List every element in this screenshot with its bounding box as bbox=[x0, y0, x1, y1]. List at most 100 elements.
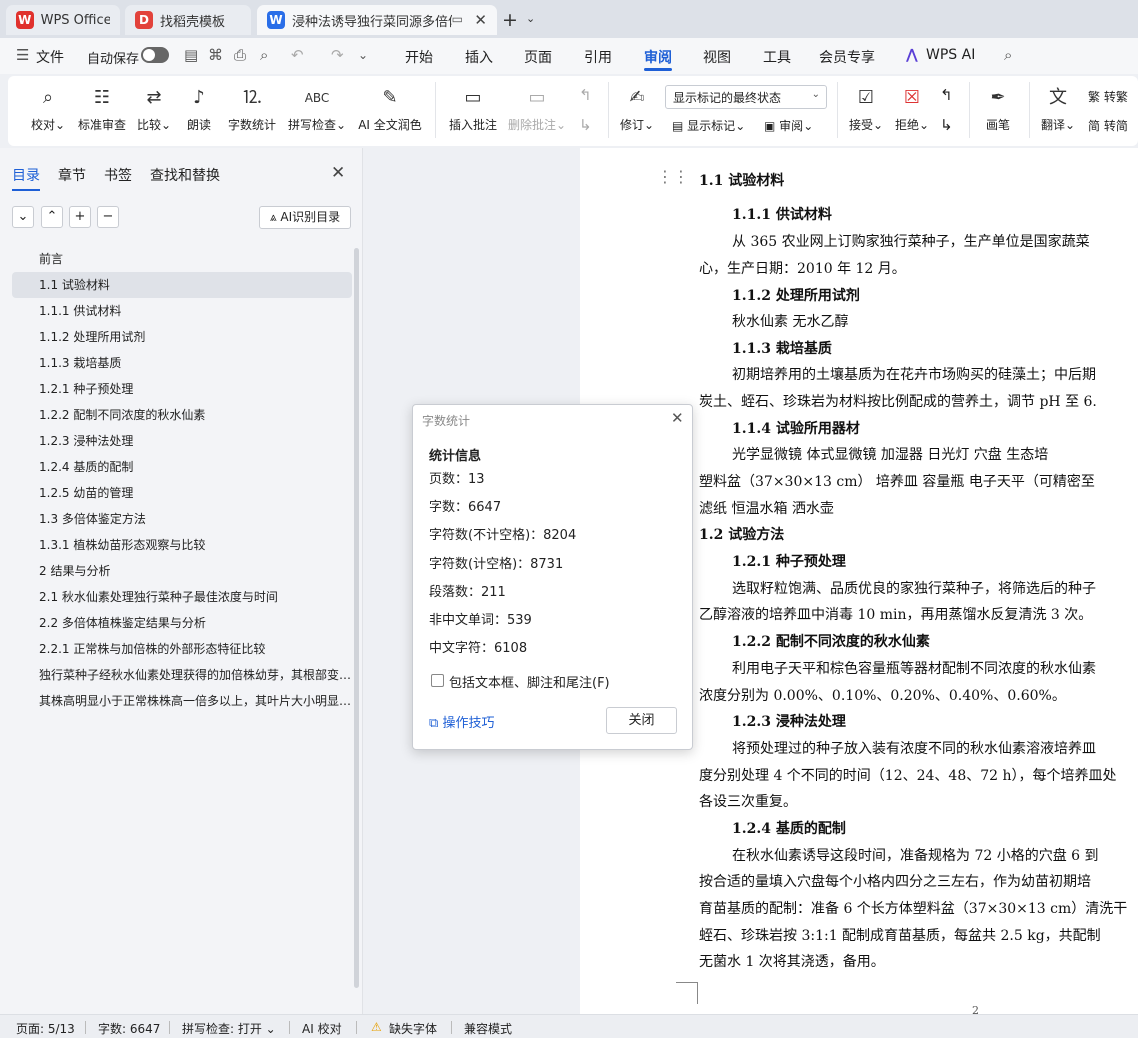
ai-polish-button[interactable]: ✎ AI 全文润色 bbox=[356, 84, 424, 133]
previous-change-icon[interactable]: ↰ bbox=[940, 86, 953, 104]
status-page[interactable]: 页面: 5/13 bbox=[16, 1020, 75, 1037]
toc-item[interactable]: 1.3.1 植株幼苗形态观察与比较 bbox=[12, 532, 352, 558]
menu-view[interactable]: 视图 bbox=[703, 47, 731, 67]
ai-icon: ⩓ bbox=[269, 210, 277, 224]
tab-find-replace[interactable]: 查找和替换 bbox=[150, 165, 220, 185]
delete-comment-button[interactable]: ▭ 删除批注⌄ bbox=[506, 84, 568, 133]
tab-document[interactable]: W 浸种法诱导独行菜同源多倍体 ▭ ✕ bbox=[257, 5, 497, 35]
track-changes-button[interactable]: ✍ 修订⌄ bbox=[618, 84, 656, 133]
toc-item[interactable]: 前言 bbox=[12, 246, 352, 272]
to-simplified-button[interactable]: 简 转简 bbox=[1088, 117, 1128, 134]
close-tab-icon[interactable]: ✕ bbox=[474, 11, 487, 29]
tips-label: 操作技巧 bbox=[442, 716, 495, 731]
review-pane-button[interactable]: ▣ 审阅⌄ bbox=[764, 117, 813, 134]
hamburger-icon[interactable]: ☰ bbox=[16, 46, 29, 64]
new-tab-icon[interactable]: + bbox=[502, 9, 518, 31]
print-preview-icon[interactable]: ⌕ bbox=[260, 46, 268, 64]
toc-item[interactable]: 独行菜种子经秋水仙素处理获得的加倍株幼芽，其根部变粗，叶片颜色加深 bbox=[12, 662, 352, 688]
review-pane-label: 审阅 bbox=[779, 119, 804, 133]
reject-button[interactable]: ☒ 拒绝⌄ bbox=[892, 84, 932, 133]
remove-heading-icon[interactable]: − bbox=[97, 206, 119, 228]
menu-home[interactable]: 开始 bbox=[405, 47, 433, 67]
tips-link[interactable]: ⧉ 操作技巧 bbox=[429, 712, 494, 731]
share-icon[interactable]: ⌘ bbox=[208, 46, 223, 64]
drag-handle-icon[interactable]: ⋮⋮ bbox=[657, 167, 689, 186]
monitor-icon[interactable]: ▭ bbox=[452, 12, 463, 26]
heading-3: 1.2.3 浸种法处理 bbox=[732, 714, 846, 730]
menu-insert[interactable]: 插入 bbox=[465, 47, 493, 67]
close-button[interactable]: 关闭 bbox=[606, 707, 677, 734]
paragraph-line: 各设三次重复。 bbox=[699, 794, 797, 810]
close-icon[interactable]: ✕ bbox=[671, 409, 684, 427]
toc-item[interactable]: 其株高明显小于正常株株高一倍多以上，其叶片大小明显增大 bbox=[12, 688, 352, 714]
insert-comment-button[interactable]: ▭ 插入批注 bbox=[446, 84, 500, 133]
show-markup-button[interactable]: ▤ 显示标记⌄ bbox=[672, 117, 745, 134]
reject-label: 拒绝 bbox=[894, 118, 919, 132]
search-icon[interactable]: ⌕ bbox=[1004, 46, 1012, 64]
proofread-button[interactable]: ⌕ 校对⌄ bbox=[28, 84, 68, 133]
close-panel-icon[interactable]: ✕ bbox=[331, 163, 345, 183]
previous-comment-icon[interactable]: ↰ bbox=[579, 86, 592, 104]
toc-item[interactable]: 1.2.1 种子预处理 bbox=[12, 376, 352, 402]
autosave-toggle[interactable] bbox=[141, 47, 169, 63]
menu-review[interactable]: 审阅 bbox=[644, 47, 672, 67]
toc-item[interactable]: 1.1.3 栽培基质 bbox=[12, 350, 352, 376]
toc-item[interactable]: 2.2.1 正常株与加倍株的外部形态特征比较 bbox=[12, 636, 352, 662]
toc-item[interactable]: 1.2.4 基质的配制 bbox=[12, 454, 352, 480]
toc-item[interactable]: 2.2 多倍体植株鉴定结果与分析 bbox=[12, 610, 352, 636]
markup-state-select[interactable]: 显示标记的最终状态 ⌄ bbox=[665, 85, 827, 109]
print-icon[interactable]: ⎙ bbox=[234, 46, 246, 64]
include-textbox-label[interactable]: 包括文本框、脚注和尾注(F) bbox=[449, 672, 610, 691]
spell-check-button[interactable]: ABC 拼写检查⌄ bbox=[286, 84, 348, 133]
collapse-all-icon[interactable]: ⌄ bbox=[12, 206, 34, 228]
status-missing-font[interactable]: 缺失字体 bbox=[389, 1020, 437, 1037]
menu-page[interactable]: 页面 bbox=[524, 47, 552, 67]
status-separator bbox=[85, 1021, 86, 1034]
toc-item[interactable]: 1.2.3 浸种法处理 bbox=[12, 428, 352, 454]
toc-item[interactable]: 2.1 秋水仙素处理独行菜种子最佳浓度与时间 bbox=[12, 584, 352, 610]
tab-sections[interactable]: 章节 bbox=[58, 165, 86, 185]
tab-bookmarks[interactable]: 书签 bbox=[104, 165, 132, 185]
menu-wps-ai[interactable]: WPS AI bbox=[926, 47, 975, 63]
status-spell-check[interactable]: 拼写检查: 打开 ⌄ bbox=[182, 1020, 276, 1037]
tab-wps-office[interactable]: W WPS Office bbox=[6, 5, 120, 35]
include-textbox-checkbox[interactable] bbox=[431, 674, 444, 687]
toc-item[interactable]: 1.3 多倍体鉴定方法 bbox=[12, 506, 352, 532]
toc-item[interactable]: 2 结果与分析 bbox=[12, 558, 352, 584]
ai-toc-button[interactable]: ⩓ AI识别目录 bbox=[259, 206, 351, 229]
undo-icon[interactable]: ↶ bbox=[291, 46, 304, 64]
toc-item-selected[interactable]: 1.1 试验材料 bbox=[12, 272, 352, 298]
save-icon[interactable]: ▤ bbox=[184, 46, 198, 64]
compare-button[interactable]: ⇄ 比较⌄ bbox=[134, 84, 174, 133]
read-aloud-button[interactable]: ♪ 朗读 bbox=[182, 84, 216, 133]
paragraph-line: 塑料盆（37×30×13 cm） 培养皿 容量瓶 电子天平（可精密至 bbox=[699, 474, 1095, 490]
speaker-icon: ♪ bbox=[193, 87, 205, 108]
menu-tools[interactable]: 工具 bbox=[763, 47, 791, 67]
status-word-count[interactable]: 字数: 6647 bbox=[98, 1020, 160, 1037]
menu-member[interactable]: 会员专享 bbox=[819, 47, 875, 67]
status-ai-proofread[interactable]: AI 校对 bbox=[302, 1020, 342, 1037]
menu-reference[interactable]: 引用 bbox=[584, 47, 612, 67]
menu-file[interactable]: 文件 bbox=[36, 47, 64, 67]
accept-button[interactable]: ☑ 接受⌄ bbox=[846, 84, 886, 133]
toc-scrollbar[interactable] bbox=[354, 248, 359, 988]
toc-item[interactable]: 1.1.2 处理所用试剂 bbox=[12, 324, 352, 350]
translate-button[interactable]: 文 翻译⌄ bbox=[1038, 84, 1078, 133]
standard-review-button[interactable]: ☷ 标准审查 bbox=[74, 84, 130, 133]
tab-toc[interactable]: 目录 bbox=[12, 165, 40, 185]
next-change-icon[interactable]: ↳ bbox=[940, 116, 953, 134]
insert-comment-icon: ▭ bbox=[464, 87, 482, 108]
add-heading-icon[interactable]: + bbox=[69, 206, 91, 228]
toc-item[interactable]: 1.1.1 供试材料 bbox=[12, 298, 352, 324]
toc-item[interactable]: 1.2.2 配制不同浓度的秋水仙素 bbox=[12, 402, 352, 428]
chevron-down-icon[interactable]: ⌄ bbox=[526, 12, 535, 25]
pen-button[interactable]: ✒ 画笔 bbox=[980, 84, 1016, 133]
chevron-down-icon[interactable]: ⌄ bbox=[358, 48, 368, 62]
tab-docer[interactable]: D 找稻壳模板 bbox=[125, 5, 251, 35]
to-traditional-button[interactable]: 繁 转繁 bbox=[1088, 88, 1128, 105]
expand-up-icon[interactable]: ⌃ bbox=[41, 206, 63, 228]
next-comment-icon[interactable]: ↳ bbox=[579, 116, 592, 134]
redo-icon[interactable]: ↷ bbox=[331, 46, 344, 64]
word-count-button[interactable]: ⒓ 字数统计 bbox=[224, 84, 280, 133]
toc-item[interactable]: 1.2.5 幼苗的管理 bbox=[12, 480, 352, 506]
